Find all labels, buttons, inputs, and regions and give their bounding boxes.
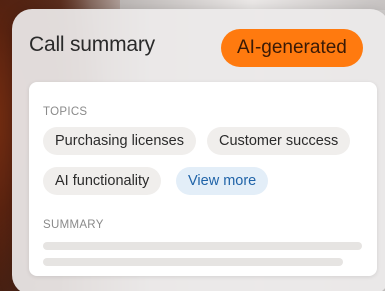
call-summary-card: Call summary AI-generated TOPICS Purchas…	[12, 9, 385, 291]
summary-label: SUMMARY	[43, 219, 104, 231]
card-title: Call summary	[29, 33, 155, 56]
summary-placeholder-line	[43, 258, 343, 266]
topic-chip[interactable]: AI functionality	[43, 167, 162, 195]
ai-generated-badge: AI-generated	[221, 29, 363, 67]
view-more-button[interactable]: View more	[176, 167, 269, 195]
topic-chip[interactable]: Purchasing licenses	[43, 127, 196, 155]
topics-label: TOPICS	[43, 106, 88, 118]
summary-placeholder-line	[43, 242, 362, 250]
topic-chip[interactable]: Customer success	[207, 127, 351, 155]
summary-panel: TOPICS Purchasing licenses Customer succ…	[29, 82, 377, 276]
